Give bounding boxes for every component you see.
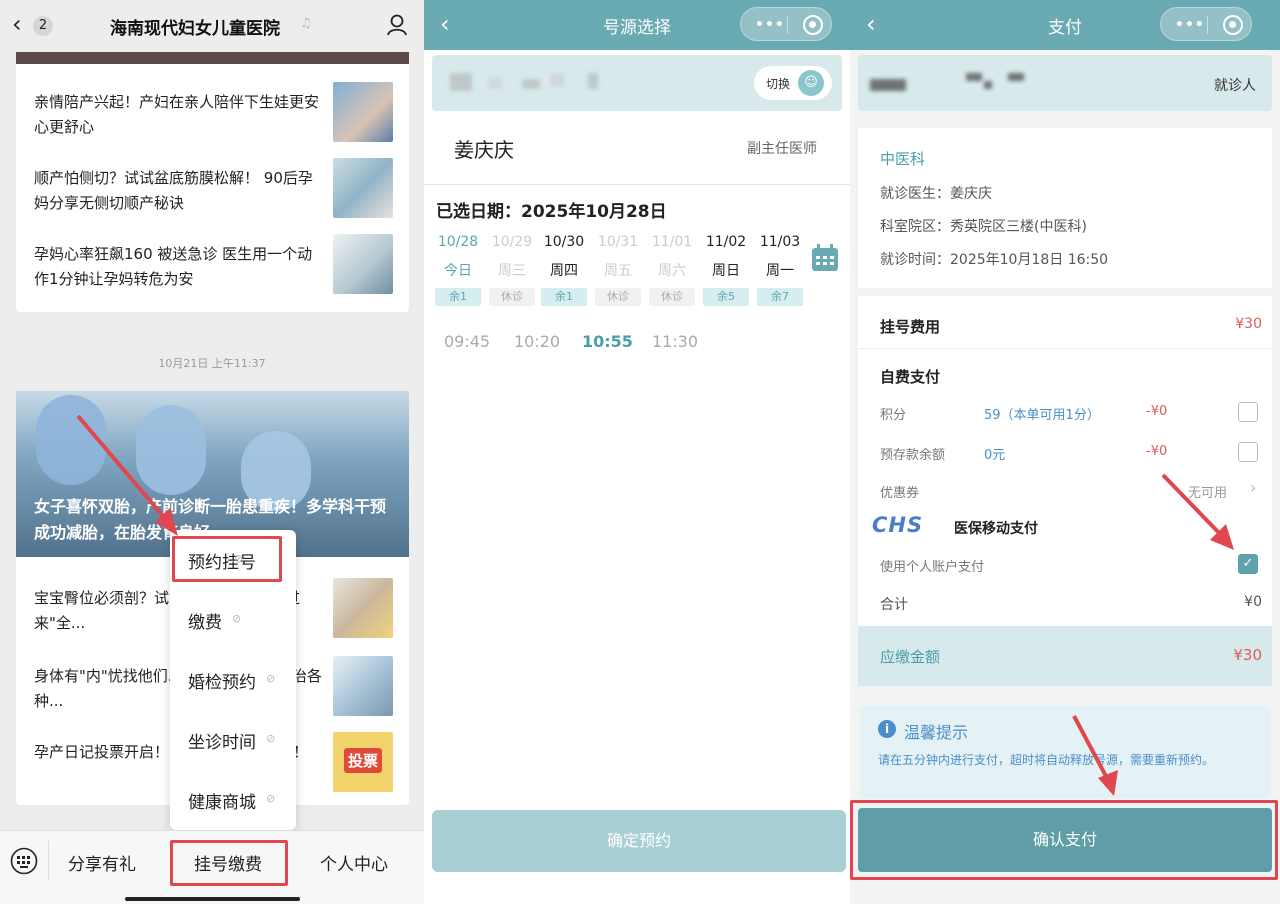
time-slot[interactable]: 11:30 [652, 332, 698, 351]
date-label: 11/02 [705, 234, 747, 250]
weekday-label: 周六 [658, 263, 686, 279]
switch-patient-button[interactable]: 切换 ☺ [754, 66, 832, 100]
date-label: 10/29 [491, 234, 533, 250]
slot-header: ‹ 号源选择 ••• [424, 0, 850, 50]
wechat-chat-panel: ‹ 2 海南现代妇女儿童医院 ♫ 亲情陪产兴起！产妇在亲人陪伴下生娃更安心更舒心… [0, 0, 424, 904]
doctor-name: 姜庆庆 [454, 138, 514, 162]
annotation-arrow [76, 414, 178, 536]
date-label: 10/31 [597, 234, 639, 250]
weekday-label: 周三 [498, 263, 526, 279]
date-label: 10/28 [437, 234, 479, 250]
date-option[interactable]: 11/02 周日余5 [700, 234, 752, 306]
date-label: 11/01 [651, 234, 693, 250]
slot-selection-panel: ‹ 号源选择 ••• 切换 ☺ 姜庆庆 副主任医师 已选日期：2025年10月2… [424, 0, 850, 904]
date-option[interactable]: 10/28 今日余1 [432, 234, 484, 306]
confirm-appointment-button[interactable]: 确定预约 [432, 810, 846, 872]
date-option[interactable]: 10/29 周三休诊 [486, 234, 538, 306]
close-miniprogram-icon[interactable] [803, 15, 823, 35]
weekday-label: 周日 [712, 263, 740, 279]
weekday-label: 周五 [604, 263, 632, 279]
time-slot[interactable]: 09:45 [444, 332, 490, 351]
more-icon[interactable]: ••• [755, 17, 785, 33]
date-option[interactable]: 11/03 周一余7 [754, 234, 806, 306]
miniprogram-capsule[interactable]: ••• [740, 7, 832, 41]
calendar-icon[interactable] [810, 243, 840, 273]
slot-status: 休诊 [489, 288, 535, 306]
date-label: 11/03 [759, 234, 801, 250]
slot-status: 余1 [435, 288, 481, 306]
slot-status: 余7 [757, 288, 803, 306]
date-option[interactable]: 10/30 周四余1 [538, 234, 590, 306]
time-slot[interactable]: 10:20 [514, 332, 560, 351]
weekday-label: 周一 [766, 263, 794, 279]
slot-status: 余5 [703, 288, 749, 306]
slot-status: 休诊 [649, 288, 695, 306]
switch-user-icon: ☺ [798, 70, 824, 96]
patient-bar: 切换 ☺ [432, 55, 842, 111]
annotation-arrows [1072, 473, 1234, 796]
slot-status: 休诊 [595, 288, 641, 306]
slot-status: 余1 [541, 288, 587, 306]
date-option[interactable]: 10/31 周五休诊 [592, 234, 644, 306]
doctor-title: 副主任医师 [747, 141, 817, 157]
date-label: 10/30 [543, 234, 585, 250]
selected-date: 已选日期：2025年10月28日 [436, 202, 667, 222]
time-slot[interactable]: 10:55 [582, 332, 633, 351]
weekday-label: 周四 [550, 263, 578, 279]
date-option[interactable]: 11/01 周六休诊 [646, 234, 698, 306]
weekday-label: 今日 [444, 263, 472, 279]
